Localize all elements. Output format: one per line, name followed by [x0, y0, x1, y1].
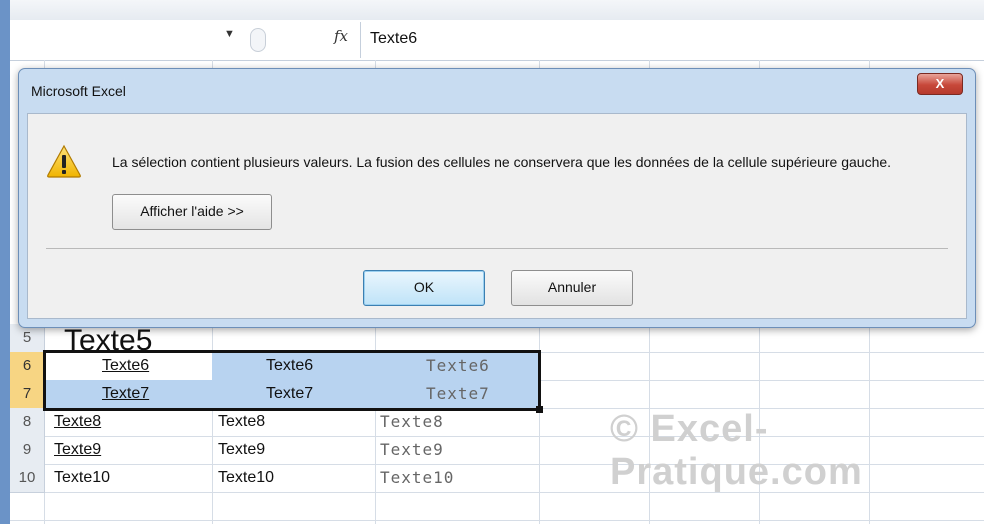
- insert-function-icon[interactable]: fx: [334, 27, 348, 45]
- name-box[interactable]: [18, 28, 223, 52]
- ribbon-bottom-strip: [0, 0, 984, 21]
- formula-bar: ▼ fx Texte6: [10, 20, 984, 61]
- window-left-edge: [0, 0, 10, 524]
- dialog-title: Microsoft Excel: [31, 83, 126, 99]
- cell-a9[interactable]: Texte9: [54, 436, 101, 464]
- formula-divider: [360, 22, 361, 58]
- fill-handle[interactable]: [536, 406, 543, 413]
- dialog-message: La sélection contient plusieurs valeurs.…: [112, 154, 892, 170]
- dialog-separator: [46, 248, 948, 249]
- close-button[interactable]: X: [917, 73, 963, 95]
- cancel-button[interactable]: Annuler: [511, 270, 633, 306]
- cell-c9[interactable]: Texte9: [380, 436, 444, 464]
- row-header-5[interactable]: 5: [10, 324, 45, 353]
- row-header-7[interactable]: 7: [10, 380, 45, 409]
- watermark: © Excel-Pratique.com: [610, 408, 863, 493]
- name-box-dropdown-icon[interactable]: ▼: [224, 28, 235, 40]
- row-header-9[interactable]: 9: [10, 436, 45, 465]
- warning-icon: [47, 144, 81, 178]
- cell-b8[interactable]: Texte8: [218, 408, 265, 436]
- formula-input[interactable]: Texte6: [370, 30, 417, 48]
- cell-c8[interactable]: Texte8: [380, 408, 444, 436]
- cell-a10[interactable]: Texte10: [54, 464, 110, 492]
- row-header-8[interactable]: 8: [10, 408, 45, 437]
- cell-b9[interactable]: Texte9: [218, 436, 265, 464]
- selection-range[interactable]: [43, 350, 541, 411]
- show-help-button[interactable]: Afficher l'aide >>: [112, 194, 272, 230]
- merge-warning-dialog: Microsoft Excel X La sélection contient …: [18, 68, 976, 328]
- dialog-body: La sélection contient plusieurs valeurs.…: [27, 113, 967, 319]
- ok-button[interactable]: OK: [363, 270, 485, 306]
- row-header-6[interactable]: 6: [10, 352, 45, 381]
- row-header-10[interactable]: 10: [10, 464, 45, 493]
- cell-c10[interactable]: Texte10: [380, 464, 454, 492]
- cell-b10[interactable]: Texte10: [218, 464, 274, 492]
- cell-a8[interactable]: Texte8: [54, 408, 101, 436]
- formula-bar-resize-handle[interactable]: [250, 28, 266, 52]
